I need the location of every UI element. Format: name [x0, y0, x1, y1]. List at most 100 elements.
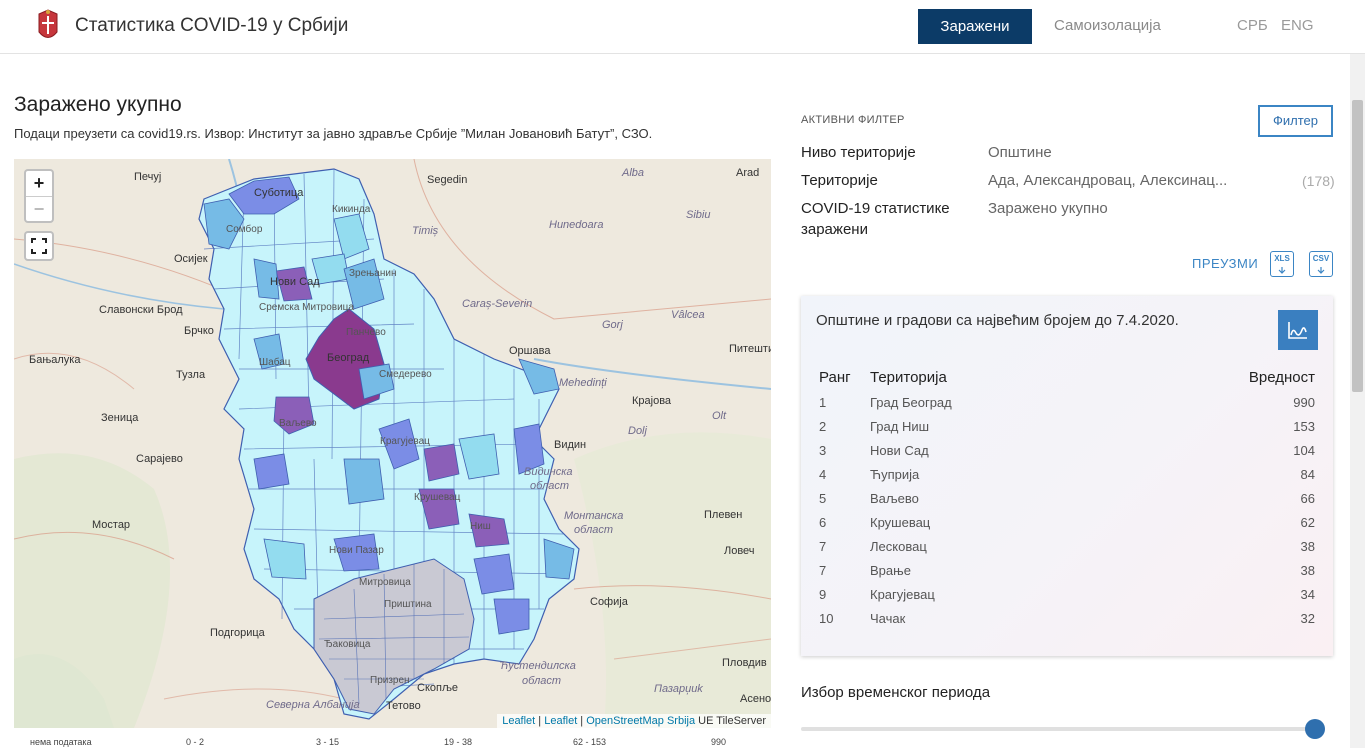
map-label: Смедерево	[379, 369, 432, 380]
column-header-territory: Територија	[870, 369, 947, 386]
chart-toggle-button[interactable]	[1278, 310, 1318, 350]
territory-cell: Нови Сад	[870, 443, 929, 458]
value-cell: 104	[1293, 443, 1315, 458]
table-row: 9 Крагујевац 34	[801, 587, 1333, 611]
map-label: Сремска Митровица	[259, 302, 354, 313]
table-row: 6 Крушевац 62	[801, 515, 1333, 539]
xls-label: XLS	[1274, 254, 1290, 263]
territory-cell: Чачак	[870, 611, 906, 626]
map-label: Крагујевац	[380, 436, 430, 447]
filter-value-statistic: Заражено укупно	[988, 200, 1108, 217]
map-label: Timiș	[412, 225, 439, 237]
map-label: Пазарџиk	[654, 683, 703, 695]
column-header-rank: Ранг	[819, 369, 851, 386]
map-label: Софија	[590, 596, 628, 608]
choropleth-map[interactable]: Печуј Суботица Segedin Alba Arad Кикинда…	[14, 159, 771, 728]
nav-tab-self-isolation[interactable]: Самоизолација	[1054, 17, 1161, 34]
csv-label: CSV	[1312, 254, 1330, 263]
map-label: Печуј	[134, 171, 162, 183]
map-label: Hunedoara	[549, 219, 604, 231]
map-label: Пловдив	[722, 657, 767, 669]
lang-eng-link[interactable]: ENG	[1281, 17, 1314, 34]
table-row: 4 Ћуприја 84	[801, 467, 1333, 491]
filter-value-territories: Ада, Александровац, Алексинац...	[988, 172, 1228, 189]
rank-cell: 2	[819, 419, 827, 434]
legend-item: 0 - 2	[186, 737, 205, 747]
territory-cell: Крагујевац	[870, 587, 935, 602]
map-label: Осијек	[174, 253, 208, 265]
legend-item: 990	[711, 737, 727, 747]
osm-srbija-link[interactable]: OpenStreetMap Srbija	[586, 715, 695, 727]
map-label: Подгорица	[210, 627, 265, 639]
map-label: Панчево	[346, 327, 386, 338]
fullscreen-button[interactable]	[24, 231, 54, 261]
rank-cell: 6	[819, 515, 827, 530]
time-period-slider[interactable]	[801, 727, 1321, 731]
map-label: Крајова	[632, 395, 672, 407]
map-label: Асеновгр	[740, 693, 771, 705]
leaflet-link[interactable]: Leaflet	[502, 715, 535, 727]
map-label: Сарајево	[136, 453, 183, 465]
filter-label-statistic: COVID-19 статистике	[801, 200, 950, 217]
serbian-crest-icon[interactable]	[36, 8, 60, 44]
map-label: област	[530, 480, 570, 492]
top-municipalities-card: Општине и градови са највећим бројем до …	[801, 296, 1333, 656]
data-source-text: Подаци преузети са covid19.rs. Извор: Ин…	[14, 126, 653, 141]
download-label[interactable]: ПРЕУЗМИ	[1192, 256, 1258, 271]
territory-cell: Крушевац	[870, 515, 931, 530]
value-cell: 62	[1300, 515, 1315, 530]
table-row: 5 Ваљево 66	[801, 491, 1333, 515]
map-label: Vâlcea	[671, 309, 705, 321]
zoom-in-button[interactable]: +	[26, 171, 52, 196]
map-label: Бањалука	[29, 354, 81, 366]
attribution-separator: |	[577, 715, 587, 727]
map-label: Крушевац	[414, 492, 461, 503]
value-cell: 84	[1300, 467, 1315, 482]
map-label: Северна Албанија	[266, 699, 360, 711]
scrollbar-thumb[interactable]	[1352, 100, 1363, 392]
time-period-heading: Избор временског периода	[801, 684, 991, 701]
filter-label-statistic-line2: заражени	[801, 221, 868, 238]
app-header: Статистика COVID-19 у Србији Заражени Са…	[0, 0, 1365, 54]
lang-srb-link[interactable]: СРБ	[1237, 17, 1268, 34]
map-label: Olt	[712, 410, 727, 422]
download-arrow-icon	[1317, 267, 1325, 274]
territory-cell: Врање	[870, 563, 911, 578]
filter-label-territory-level: Ниво територије	[801, 144, 916, 161]
csv-download-icon[interactable]: CSV	[1309, 251, 1333, 277]
zoom-out-button[interactable]: −	[26, 196, 52, 221]
filter-button[interactable]: Филтер	[1258, 105, 1333, 137]
map-label: Mehedinți	[559, 377, 607, 389]
legend-item: 3 - 15	[316, 737, 340, 747]
map-label: Оршава	[509, 345, 551, 357]
value-cell: 153	[1293, 419, 1315, 434]
fullscreen-icon	[31, 238, 47, 254]
rank-cell: 5	[819, 491, 827, 506]
time-period-slider-handle[interactable]	[1305, 719, 1325, 739]
table-row: 2 Град Ниш 153	[801, 419, 1333, 443]
tileserver-text: UE TileServer	[695, 715, 766, 727]
nav-tab-infected[interactable]: Заражени	[918, 9, 1032, 44]
map-label: област	[522, 675, 562, 687]
map-label: Sibiu	[686, 209, 711, 221]
xls-download-icon[interactable]: XLS	[1270, 251, 1294, 277]
value-cell: 990	[1293, 395, 1315, 410]
filter-label-territories: Територије	[801, 172, 878, 189]
filter-territories-count: (178)	[1302, 173, 1335, 189]
map-label: Ђаковица	[324, 639, 371, 650]
table-row: 1 Град Београд 990	[801, 395, 1333, 419]
filter-value-territory-level: Општине	[988, 144, 1052, 161]
map-label: Ваљево	[279, 418, 317, 429]
map-label: Брчко	[184, 325, 214, 337]
map-label: Видин	[554, 439, 587, 451]
table-row: 10 Чачак 32	[801, 611, 1333, 635]
map-label: Суботица	[254, 187, 304, 199]
leaflet-link-2[interactable]: Leaflet	[544, 715, 577, 727]
map-label: Нови Сад	[270, 276, 320, 288]
zoom-control: + −	[24, 169, 54, 223]
map-label: Сомбор	[226, 224, 263, 235]
page-scrollbar[interactable]	[1350, 54, 1365, 748]
table-row: 7 Врање 38	[801, 563, 1333, 587]
rank-cell: 4	[819, 467, 827, 482]
map-label: Питешти	[729, 343, 771, 355]
